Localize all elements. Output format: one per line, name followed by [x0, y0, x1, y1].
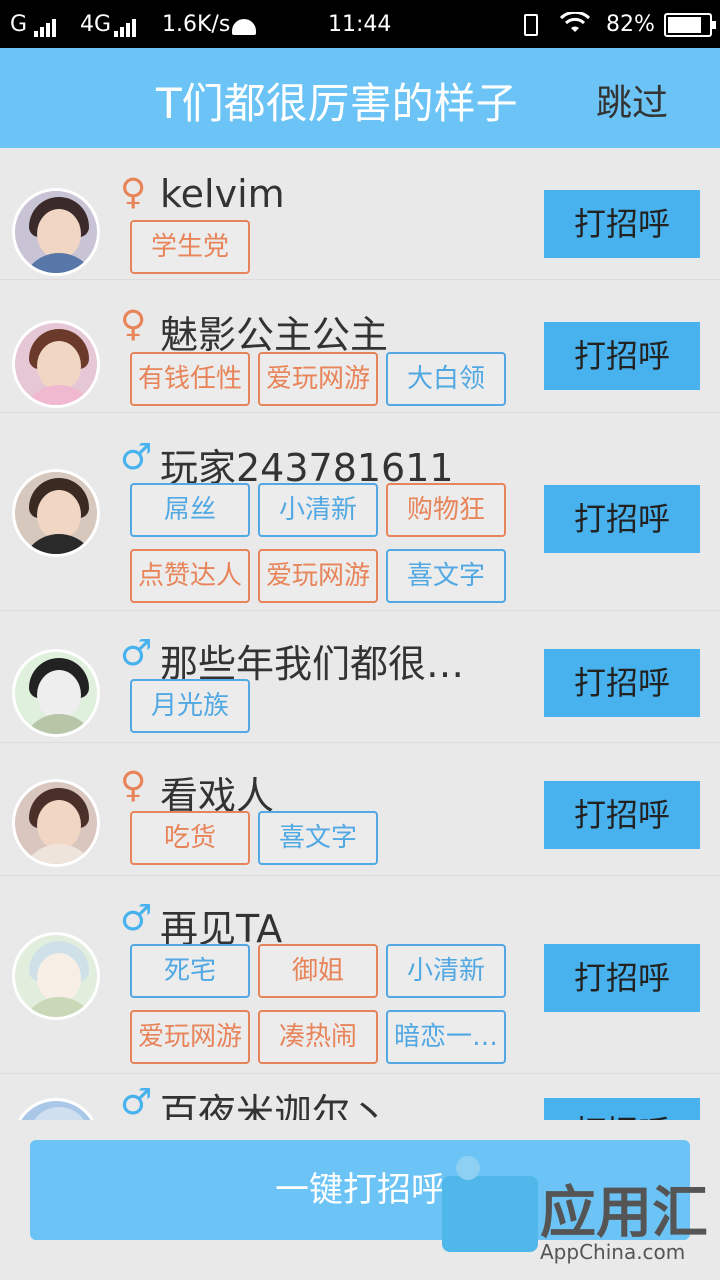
carrier-label: G: [10, 12, 28, 37]
signal-icon-2: [112, 12, 138, 37]
watermark-subtext: AppChina.com: [540, 1240, 686, 1264]
list-item: ♂ 再见TA 死宅 御姐 小清新 爱玩网游 凑热闹 暗恋一… 打招呼: [0, 876, 720, 1074]
avatar[interactable]: [12, 1098, 100, 1120]
list-item: ♀ 魅影公主公主 有钱任性 爱玩网游 大白领 打招呼: [0, 280, 720, 413]
greet-button[interactable]: 打招呼: [544, 781, 700, 849]
user-tag: 学生党: [130, 220, 250, 274]
user-tag: 屌丝: [130, 483, 250, 537]
list-item: ♂ 百夜米迦尔丶 打招呼: [0, 1074, 720, 1120]
female-icon: ♀: [120, 304, 147, 345]
user-list[interactable]: ♀ kelvim 学生党 打招呼 ♀ 魅影公主公主 有钱任性 爱玩网游 大白领 …: [0, 148, 720, 1120]
male-icon: ♂: [120, 437, 153, 478]
clock: 11:44: [328, 12, 392, 37]
avatar[interactable]: [12, 649, 100, 737]
greet-button[interactable]: 打招呼: [544, 944, 700, 1012]
battery-percent: 82%: [606, 12, 655, 37]
female-icon: ♀: [120, 172, 147, 213]
list-item: ♀ kelvim 学生党 打招呼: [0, 148, 720, 280]
user-tag: 点赞达人: [130, 549, 250, 603]
user-tag: 死宅: [130, 944, 250, 998]
status-bar: G 4G 1.6K/s 11:44 82%: [0, 0, 720, 48]
female-icon: ♀: [120, 765, 147, 806]
user-tag: 有钱任性: [130, 352, 250, 406]
list-item: ♂ 玩家243781611 屌丝 小清新 购物狂 点赞达人 爱玩网游 喜文字 打…: [0, 413, 720, 611]
vibrate-icon: [524, 12, 538, 37]
greet-button[interactable]: 打招呼: [544, 322, 700, 390]
avatar[interactable]: [12, 188, 100, 276]
battery-icon: [660, 12, 716, 37]
user-tag: 吃货: [130, 811, 250, 865]
user-tag: 喜文字: [386, 549, 506, 603]
greet-button[interactable]: 打招呼: [544, 190, 700, 258]
skip-button[interactable]: 跳过: [596, 74, 668, 126]
user-name: kelvim: [160, 172, 285, 216]
user-name: 魅影公主公主: [160, 313, 389, 357]
user-tag: 月光族: [130, 679, 250, 733]
avatar[interactable]: [12, 320, 100, 408]
user-tag: 凑热闹: [258, 1010, 378, 1064]
user-tag: 购物狂: [386, 483, 506, 537]
user-tag: 小清新: [386, 944, 506, 998]
android-icon: [226, 14, 256, 39]
network-speed: 1.6K/s: [162, 12, 231, 37]
appchina-watermark: 应用汇 AppChina.com: [420, 1156, 716, 1270]
user-tag: 爱玩网游: [258, 549, 378, 603]
watermark-text: 应用汇: [540, 1181, 708, 1246]
user-tag: 御姐: [258, 944, 378, 998]
page-title: T们都很厉害的样子: [156, 79, 518, 128]
male-icon: ♂: [120, 1082, 153, 1120]
user-tag: 小清新: [258, 483, 378, 537]
greet-button[interactable]: 打招呼: [544, 485, 700, 553]
avatar[interactable]: [12, 779, 100, 867]
avatar[interactable]: [12, 932, 100, 1020]
avatar[interactable]: [12, 469, 100, 557]
user-tag: 暗恋一…: [386, 1010, 506, 1064]
wifi-icon: [560, 10, 590, 35]
user-tag: 爱玩网游: [258, 352, 378, 406]
network-type-label: 4G: [80, 12, 112, 37]
male-icon: ♂: [120, 633, 153, 674]
signal-icon: [32, 12, 58, 37]
user-tag: 爱玩网游: [130, 1010, 250, 1064]
bubble-icon: [456, 1156, 480, 1180]
user-tag: 喜文字: [258, 811, 378, 865]
user-name: 百夜米迦尔丶: [160, 1091, 389, 1120]
list-item: ♂ 那些年我们都很… 月光族 打招呼: [0, 611, 720, 743]
greet-button[interactable]: 打招呼: [544, 649, 700, 717]
user-tag: 大白领: [386, 352, 506, 406]
header: T们都很厉害的样子 跳过: [0, 48, 720, 148]
male-icon: ♂: [120, 898, 153, 939]
shopping-bag-icon: [442, 1176, 538, 1252]
greet-button[interactable]: 打招呼: [544, 1098, 700, 1120]
list-item: ♀ 看戏人_ 吃货 喜文字 打招呼: [0, 743, 720, 876]
